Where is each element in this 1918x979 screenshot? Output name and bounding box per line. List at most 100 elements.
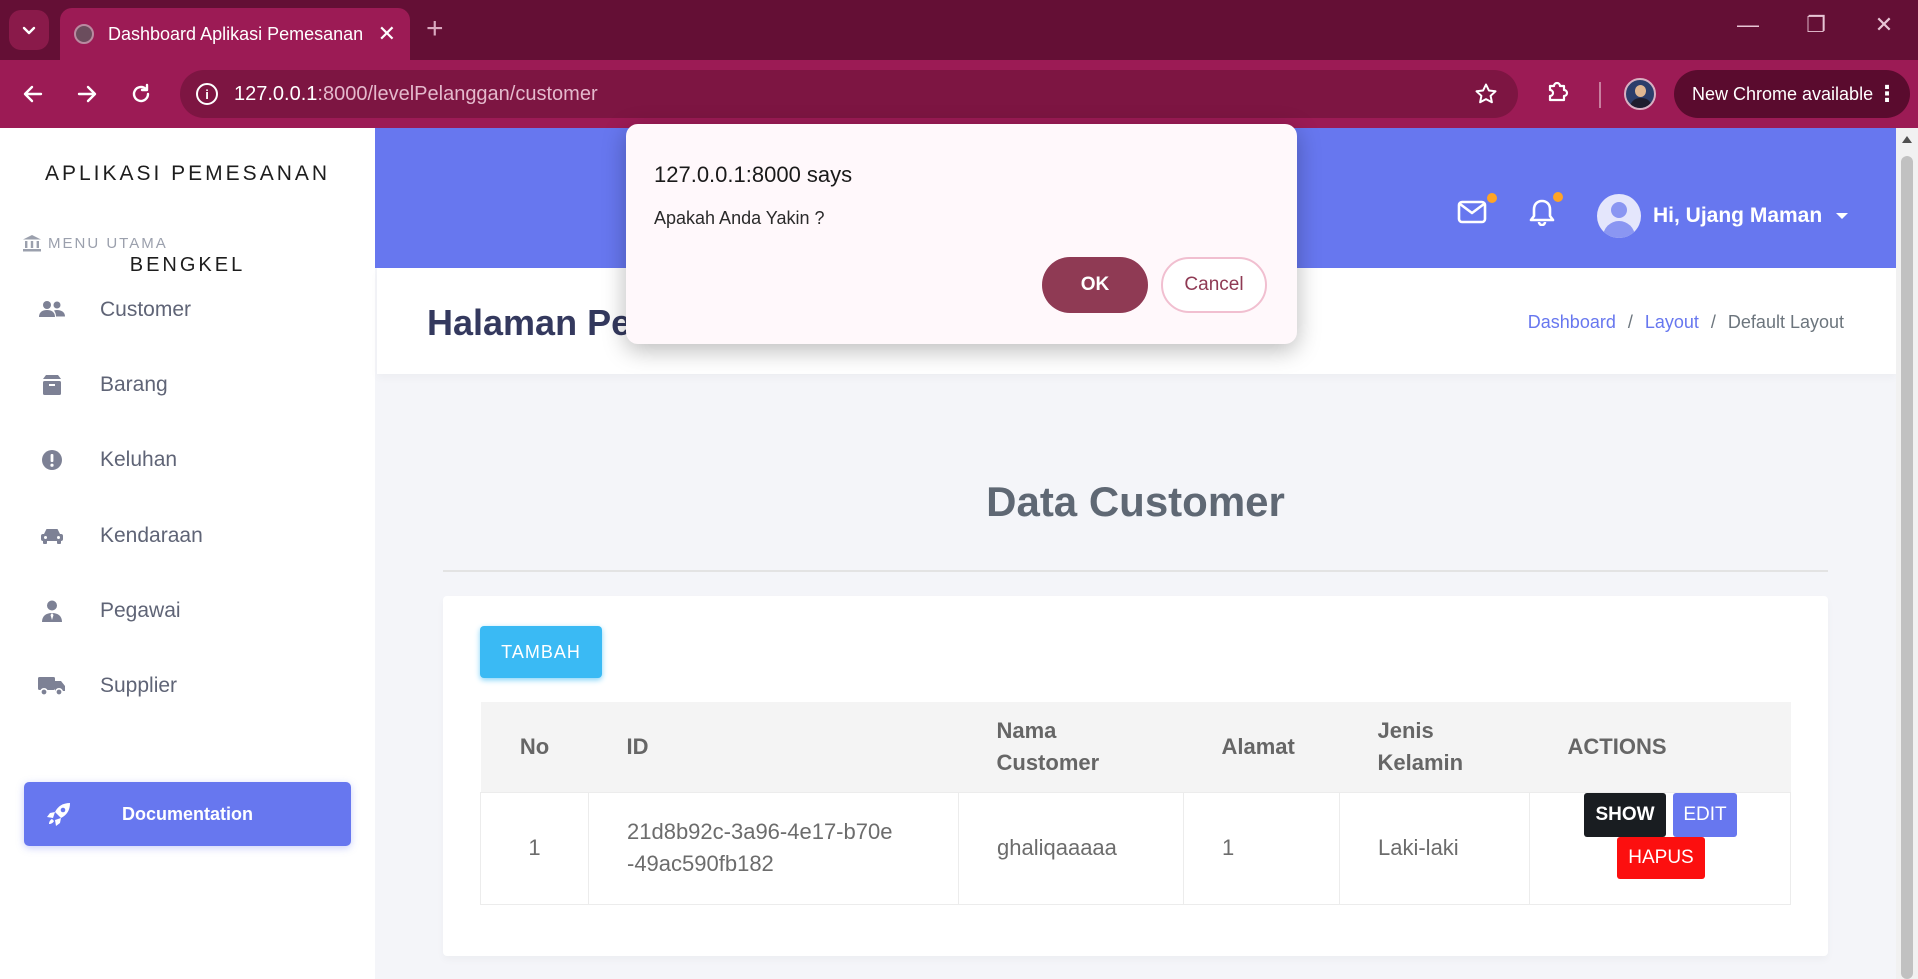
sidebar-brand[interactable]: APLIKASI PEMESANAN <box>0 162 375 186</box>
sidebar-item-customer[interactable]: Customer <box>38 290 191 330</box>
content-heading: Data Customer <box>986 478 1285 525</box>
minimize-button[interactable]: — <box>1728 12 1768 38</box>
table-header-row: No ID Nama Customer Alamat Jenis Kelamin… <box>480 702 1791 792</box>
breadcrumb: Dashboard / Layout / Default Layout <box>1528 312 1844 333</box>
chevron-down-icon <box>22 26 36 35</box>
url-host: 127.0.0.1 <box>234 82 318 105</box>
breadcrumb-current: Default Layout <box>1727 312 1844 332</box>
message-indicator-dot <box>1487 193 1497 203</box>
cell-jenis-kelamin: Laki-laki <box>1339 791 1530 905</box>
sidebar-item-kendaraan[interactable]: Kendaraan <box>38 516 203 556</box>
site-info-icon[interactable]: i <box>196 83 218 105</box>
user-avatar <box>1597 194 1641 238</box>
address-bar[interactable]: i 127.0.0.1:8000/levelPelanggan/customer <box>180 70 1518 118</box>
window-close-button[interactable]: ✕ <box>1864 12 1904 38</box>
page-scrollbar[interactable] <box>1896 128 1918 979</box>
arrow-left-icon <box>23 85 43 103</box>
user-greeting: Hi, Ujang Maman <box>1653 204 1823 227</box>
bell-icon[interactable] <box>1529 198 1555 226</box>
sidebar-item-barang[interactable]: Barang <box>38 365 168 405</box>
sidebar-brand-sub: BENGKEL <box>129 254 246 276</box>
dialog-origin: 127.0.0.1:8000 says <box>654 162 853 187</box>
kebab-menu-icon[interactable]: ⋮ <box>1876 81 1898 107</box>
table-row: 1 21d8b92c-3a96-4e17-b70e-49ac590fb182 g… <box>480 791 1791 905</box>
users-icon <box>38 300 66 320</box>
forward-button[interactable] <box>70 77 104 111</box>
heading-divider <box>443 570 1828 572</box>
globe-icon <box>74 24 94 44</box>
column-header-nama-customer: Nama Customer <box>996 717 1100 775</box>
bank-icon <box>23 235 41 252</box>
arrow-right-icon <box>77 85 97 103</box>
sidebar-item-label: Pegawai <box>100 599 181 622</box>
breadcrumb-separator: / <box>1627 312 1633 332</box>
cell-actions: SHOW EDIT HAPUS <box>1529 791 1791 905</box>
toolbar-divider <box>1599 82 1601 108</box>
sidebar-item-pegawai[interactable]: Pegawai <box>38 591 181 631</box>
tab-title: Dashboard Aplikasi Pemesanan <box>108 23 364 44</box>
dialog-cancel-button[interactable]: Cancel <box>1161 257 1267 313</box>
bookmark-star-icon[interactable] <box>1474 82 1498 106</box>
dialog-message: Apakah Anda Yakin ? <box>654 208 825 228</box>
sidebar-item-supplier[interactable]: Supplier <box>38 666 177 706</box>
reload-button[interactable] <box>124 77 158 111</box>
dialog-ok-button[interactable]: OK <box>1042 257 1148 313</box>
reload-icon <box>132 83 150 103</box>
edit-button[interactable]: EDIT <box>1673 792 1737 837</box>
profile-avatar[interactable] <box>1624 78 1656 110</box>
sidebar-item-label: Customer <box>100 298 192 321</box>
sidebar-item-label: Keluhan <box>100 448 178 471</box>
envelope-icon[interactable] <box>1457 200 1487 224</box>
cell-id: 21d8b92c-3a96-4e17-b70e-49ac590fb182 <box>588 791 959 905</box>
url-path: :8000/levelPelanggan/customer <box>317 82 598 105</box>
customer-card: TAMBAH No ID Nama Customer Alamat Jenis … <box>443 596 1828 956</box>
car-icon <box>38 527 66 545</box>
breadcrumb-dashboard[interactable]: Dashboard <box>1528 312 1616 333</box>
cell-nama: ghaliqaaaaa <box>958 791 1184 905</box>
browser-toolbar: i 127.0.0.1:8000/levelPelanggan/customer… <box>0 60 1918 128</box>
sidebar: APLIKASI PEMESANAN MENU UTAMA BENGKEL Cu… <box>0 128 375 979</box>
cell-alamat: 1 <box>1183 791 1340 905</box>
delete-button[interactable]: HAPUS <box>1617 836 1705 879</box>
browser-tabstrip: Dashboard Aplikasi Pemesanan ✕ + — ❐ ✕ <box>0 0 1918 60</box>
update-chip-label: New Chrome available <box>1692 83 1874 104</box>
column-header-jenis-kelamin: Jenis Kelamin <box>1377 717 1464 775</box>
new-tab-button[interactable]: + <box>426 14 444 44</box>
sidebar-item-label: Kendaraan <box>100 524 203 547</box>
user-dropdown[interactable]: Hi, Ujang Maman <box>1597 194 1849 238</box>
menu-heading-label: MENU UTAMA <box>48 234 168 252</box>
truck-icon <box>38 676 66 696</box>
add-customer-button[interactable]: TAMBAH <box>480 626 602 678</box>
customer-table: No ID Nama Customer Alamat Jenis Kelamin… <box>480 702 1791 905</box>
breadcrumb-layout[interactable]: Layout <box>1645 312 1699 333</box>
documentation-button[interactable]: Documentation <box>24 782 351 846</box>
url-text: 127.0.0.1:8000/levelPelanggan/customer <box>234 83 598 106</box>
user-tie-icon <box>38 600 66 622</box>
page-title: Halaman Pe <box>427 302 632 343</box>
column-header-actions: ACTIONS <box>1567 733 1667 759</box>
sidebar-item-keluhan[interactable]: Keluhan <box>38 440 177 480</box>
update-chrome-chip[interactable]: New Chrome available ⋮ <box>1674 70 1910 118</box>
breadcrumb-separator: / <box>1710 312 1716 332</box>
tab-close-icon[interactable]: ✕ <box>378 23 396 45</box>
scrollbar-thumb[interactable] <box>1901 156 1913 979</box>
sidebar-item-label: Supplier <box>100 674 178 697</box>
column-header-no: No <box>519 733 550 759</box>
notification-indicator-dot <box>1553 192 1563 202</box>
show-button[interactable]: SHOW <box>1584 792 1666 837</box>
documentation-label: Documentation <box>122 803 254 824</box>
cell-no: 1 <box>480 791 589 905</box>
back-button[interactable] <box>16 77 50 111</box>
scroll-up-icon[interactable] <box>1902 136 1912 143</box>
restore-button[interactable]: ❐ <box>1796 12 1836 38</box>
extensions-puzzle-icon[interactable] <box>1544 77 1572 105</box>
browser-tab[interactable]: Dashboard Aplikasi Pemesanan ✕ <box>60 8 410 60</box>
rocket-icon <box>46 801 72 827</box>
sidebar-item-label: Barang <box>100 373 168 396</box>
box-icon <box>38 374 66 396</box>
tab-search-button[interactable] <box>9 10 49 50</box>
column-header-alamat: Alamat <box>1221 733 1295 759</box>
menu-heading: MENU UTAMA <box>22 234 168 252</box>
column-header-id: ID <box>626 733 649 759</box>
confirm-dialog: 127.0.0.1:8000 says Apakah Anda Yakin ? … <box>626 124 1297 344</box>
